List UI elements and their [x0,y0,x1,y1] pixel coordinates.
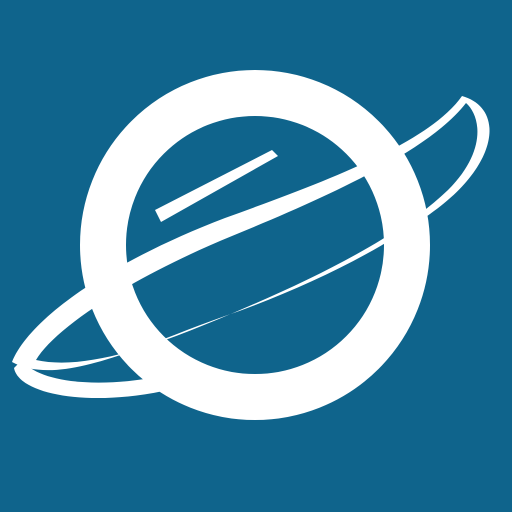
app-icon [0,0,512,512]
planet-ring-icon [0,0,512,512]
